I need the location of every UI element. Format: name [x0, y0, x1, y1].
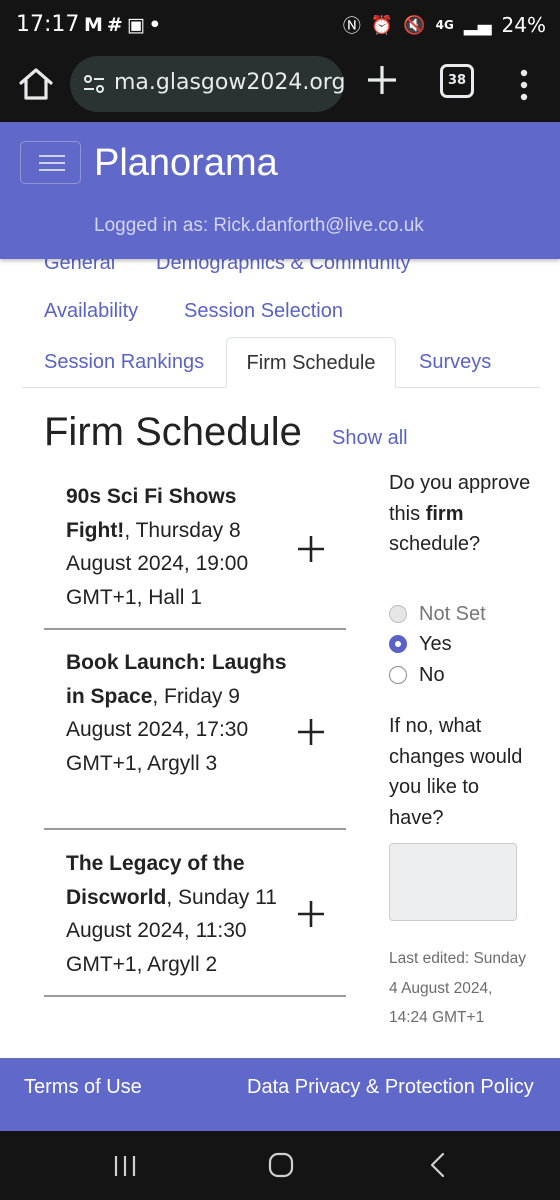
- dot-icon: •: [148, 14, 165, 36]
- expand-plus-icon[interactable]: [296, 717, 326, 747]
- recent-apps-icon[interactable]: [112, 1153, 138, 1179]
- tab-session-rankings[interactable]: Session Rankings: [44, 351, 204, 374]
- system-navigation-bar: [0, 1131, 560, 1200]
- approval-question-bold: firm: [425, 502, 464, 525]
- radio-yes-input[interactable]: [389, 635, 407, 653]
- last-edited-text: Last edited: Sunday 4 August 2024, 14:24…: [389, 950, 527, 1026]
- schedule-item-text: The Legacy of the Discworld, Sunday 11 A…: [66, 847, 290, 981]
- address-bar[interactable]: ma.glasgow2024.org: [70, 56, 345, 112]
- new-tab-icon[interactable]: [364, 62, 400, 98]
- menu-toggle-button[interactable]: [20, 141, 81, 184]
- page-title: Firm Schedule: [44, 410, 302, 454]
- alarm-icon: ⏰: [370, 14, 394, 36]
- app-navbar: Planorama Logged in as: Rick.danforth@li…: [0, 122, 560, 259]
- radio-not-set-input[interactable]: [389, 605, 407, 623]
- privacy-policy-link[interactable]: Data Privacy & Protection Policy: [247, 1076, 534, 1099]
- tab-session-selection[interactable]: Session Selection: [184, 300, 343, 323]
- logged-in-text: Logged in as: Rick.danforth@live.co.uk: [94, 215, 424, 236]
- radio-no-input[interactable]: [389, 666, 407, 684]
- hamburger-line-icon: [39, 162, 65, 164]
- radio-not-set-label: Not Set: [419, 602, 486, 625]
- approval-question: Do you approve this firm schedule?: [389, 472, 531, 555]
- hamburger-line-icon: [39, 169, 65, 171]
- site-footer: Terms of Use Data Privacy & Protection P…: [0, 1058, 560, 1131]
- tab-availability[interactable]: Availability: [44, 300, 138, 323]
- radio-no[interactable]: No: [389, 660, 445, 690]
- changes-textarea[interactable]: [389, 843, 517, 921]
- hamburger-line-icon: [39, 155, 65, 157]
- status-bar: 17:17 M#▣• Ⓝ ⏰ 🔇 4G ▂▄ 24%: [0, 0, 560, 50]
- nfc-icon: Ⓝ: [342, 16, 361, 37]
- show-all-link[interactable]: Show all: [332, 427, 408, 450]
- battery-level: 24%: [501, 13, 546, 37]
- terms-of-use-link[interactable]: Terms of Use: [24, 1076, 142, 1099]
- radio-not-set[interactable]: Not Set: [389, 599, 486, 629]
- browser-toolbar: ma.glasgow2024.org 38: [0, 50, 560, 122]
- schedule-item: Book Launch: Laughs in Space, Friday 9 A…: [44, 646, 346, 830]
- notification-icons: M#▣•: [84, 14, 165, 36]
- tab-firm-schedule[interactable]: Firm Schedule: [226, 337, 396, 388]
- home-nav-icon[interactable]: [267, 1151, 295, 1179]
- radio-no-label: No: [419, 663, 445, 686]
- expand-plus-icon[interactable]: [296, 534, 326, 564]
- radio-yes-label: Yes: [419, 632, 452, 655]
- schedule-item: 90s Sci Fi Shows Fight!, Thursday 8 Augu…: [44, 480, 346, 630]
- changes-question: If no, what changes would you like to ha…: [389, 715, 523, 829]
- brand-title[interactable]: Planorama: [94, 142, 278, 185]
- schedule-item: The Legacy of the Discworld, Sunday 11 A…: [44, 847, 346, 997]
- gmail-icon: M: [84, 14, 107, 36]
- site-settings-icon[interactable]: [82, 72, 106, 96]
- more-options-icon[interactable]: [512, 66, 536, 106]
- status-right: Ⓝ ⏰ 🔇 4G ▂▄ 24%: [343, 12, 546, 38]
- url-text[interactable]: ma.glasgow2024.org: [114, 70, 345, 95]
- mute-icon: 🔇: [403, 14, 426, 36]
- tab-switcher-button[interactable]: 38: [440, 64, 474, 98]
- expand-plus-icon[interactable]: [296, 899, 326, 929]
- status-time: 17:17: [16, 12, 80, 37]
- network-4g-icon: 4G: [435, 18, 454, 32]
- voicemail-icon: ▣: [126, 14, 149, 36]
- schedule-item-text: 90s Sci Fi Shows Fight!, Thursday 8 Augu…: [66, 480, 290, 614]
- schedule-item-text: Book Launch: Laughs in Space, Friday 9 A…: [66, 646, 290, 780]
- slack-icon: #: [106, 14, 127, 36]
- back-nav-icon[interactable]: [426, 1151, 450, 1179]
- tab-surveys[interactable]: Surveys: [419, 351, 491, 374]
- radio-yes[interactable]: Yes: [389, 629, 452, 659]
- signal-icon: ▂▄: [463, 14, 492, 36]
- home-icon[interactable]: [16, 64, 56, 104]
